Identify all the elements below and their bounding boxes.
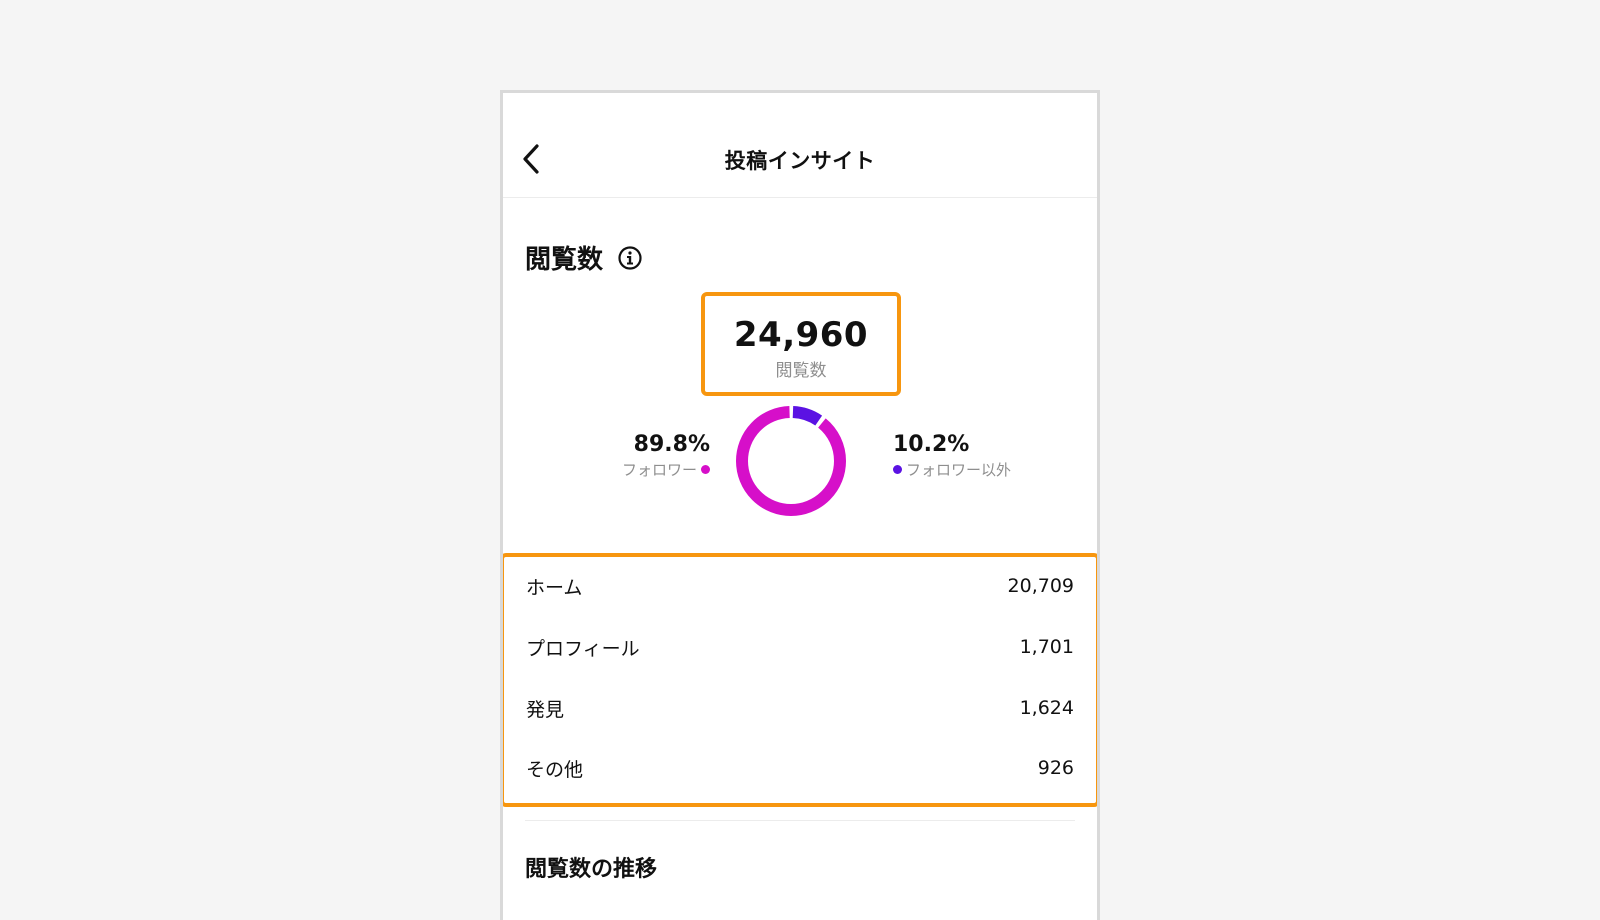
followers-stat: 89.8% フォロワー	[622, 431, 710, 480]
total-views-value: 24,960	[733, 315, 869, 355]
breakdown-label: プロフィール	[526, 637, 640, 660]
breakdown-row-profile: プロフィール 1,701	[526, 632, 1074, 662]
breakdown-value: 1,701	[1019, 636, 1074, 658]
breakdown-label: その他	[526, 758, 584, 781]
donut-segment-followers	[736, 406, 846, 516]
followers-label: フォロワー	[621, 461, 697, 479]
total-views-label: 閲覧数	[775, 361, 827, 381]
breakdown-label: ホーム	[526, 576, 583, 599]
non-followers-stat: 10.2% フォロワー以外	[893, 431, 1011, 480]
insights-screen: 投稿インサイト 閲覧数 24,960 閲覧数 89.8% フォロワー 10.2%	[500, 90, 1100, 920]
info-icon[interactable]	[617, 245, 643, 271]
non-followers-label: フォロワー以外	[906, 461, 1012, 479]
navigation-bar: 投稿インサイト	[503, 93, 1097, 198]
followers-legend-dot	[701, 465, 710, 474]
breakdown-row-other: その他 926	[526, 753, 1074, 783]
breakdown-value: 926	[1037, 757, 1074, 779]
audience-donut-chart	[736, 406, 846, 516]
page-title: 投稿インサイト	[724, 149, 876, 173]
breakdown-value: 20,709	[1007, 575, 1074, 597]
breakdown-row-home: ホーム 20,709	[526, 571, 1074, 601]
total-views-highlight: 24,960 閲覧数	[701, 292, 901, 396]
breakdown-value: 1,624	[1019, 697, 1074, 719]
views-section-header: 閲覧数	[525, 239, 643, 276]
views-trend-title: 閲覧数の推移	[525, 857, 658, 882]
followers-percent: 89.8%	[633, 432, 710, 457]
section-divider	[525, 820, 1075, 821]
views-section-title: 閲覧数	[525, 245, 604, 275]
non-followers-percent: 10.2%	[893, 432, 970, 457]
breakdown-row-explore: 発見 1,624	[526, 693, 1074, 723]
non-followers-legend-dot	[893, 465, 902, 474]
views-source-breakdown: ホーム 20,709 プロフィール 1,701 発見 1,624 その他 926	[503, 553, 1097, 807]
breakdown-label: 発見	[526, 698, 565, 721]
